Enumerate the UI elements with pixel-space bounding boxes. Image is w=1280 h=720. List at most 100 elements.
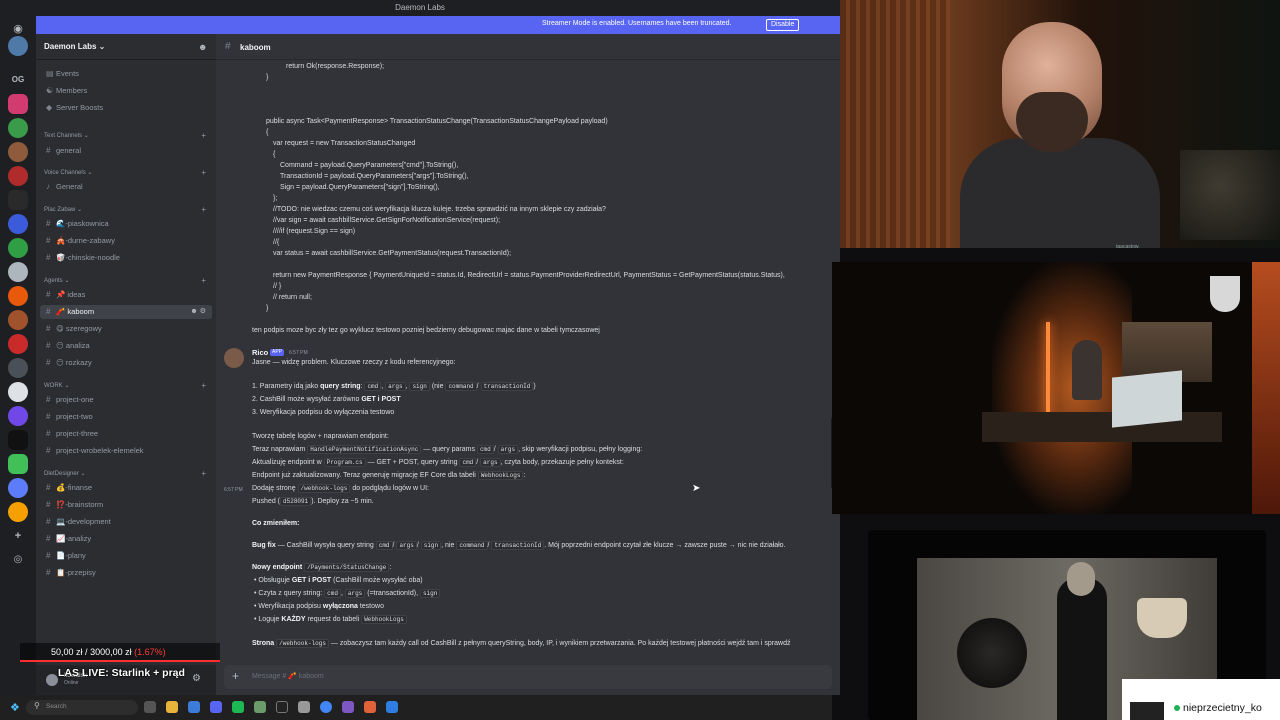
channel-durne-zabawy[interactable]: # 🎪-durne-zabawy	[40, 234, 212, 248]
text: do podglądu logów w UI:	[352, 485, 429, 492]
discover-icon[interactable]: ◎	[0, 554, 36, 565]
task-view-icon[interactable]	[144, 701, 156, 713]
section-heading: Co zmieniłem:	[252, 520, 300, 527]
chat-area: # kaboom return Ok(response.Response); }…	[216, 34, 840, 695]
app-icon[interactable]	[342, 701, 354, 713]
server-icon[interactable]	[8, 430, 28, 450]
channel-project-wrobelek-elemelek[interactable]: # project-wrobelek-elemelek	[40, 444, 212, 458]
message-author[interactable]: Rico	[252, 348, 268, 357]
discord-home-icon[interactable]: ◉	[0, 22, 36, 35]
server-icon[interactable]	[8, 262, 28, 282]
category-plac-zabaw[interactable]: Plac Zabaw ⌄ +	[44, 205, 212, 215]
text: (CashBill może wysyłać oba)	[333, 577, 423, 584]
server-icon[interactable]	[8, 166, 28, 186]
channel-finanse[interactable]: # 💰-finanse	[40, 481, 212, 495]
inline-code: HandlePaymentNotificationAsync	[307, 445, 422, 454]
server-icon[interactable]	[8, 142, 28, 162]
list-item: • Weryfikacja podpisu wyłączona testowo	[254, 603, 384, 610]
server-icon[interactable]	[8, 334, 28, 354]
obs-icon[interactable]	[276, 701, 288, 713]
add-channel-icon[interactable]: +	[201, 276, 206, 286]
sidebar-item-members[interactable]: ☯ Members	[40, 84, 212, 98]
channel-settings-icon[interactable]: ☻ ⚙	[190, 305, 206, 319]
file-explorer-icon[interactable]	[166, 701, 178, 713]
message-composer[interactable]: + Message # 🧨 kaboom	[224, 665, 832, 689]
add-channel-icon[interactable]: +	[201, 205, 206, 215]
category-work[interactable]: WORK ⌄ +	[44, 381, 212, 391]
search-input[interactable]: Search	[46, 703, 67, 710]
text: Pushed (	[252, 498, 281, 505]
avatar[interactable]	[224, 348, 244, 368]
message-input[interactable]: Message # 🧨 kaboom	[252, 672, 324, 680]
server-og[interactable]: OG	[0, 75, 36, 84]
chrome-icon[interactable]	[320, 701, 332, 713]
channel-ideas[interactable]: # 📌 ideas	[40, 288, 212, 302]
server-icon[interactable]	[8, 94, 28, 114]
category-voice-channels[interactable]: Voice Channels ⌄ +	[44, 168, 212, 178]
sidebar-item-events[interactable]: ▤ Events	[40, 67, 212, 81]
category-dletdesigner[interactable]: DletDesigner ⌄ +	[44, 469, 212, 479]
discord-icon[interactable]	[210, 701, 222, 713]
guild-header[interactable]: Daemon Labs ⌄ ☻	[36, 34, 216, 60]
sidebar-item-server-boosts[interactable]: ◆ Server Boosts	[40, 101, 212, 115]
category-agents[interactable]: Agents ⌄ +	[44, 276, 212, 286]
channel-kaboom[interactable]: # 🧨 kaboom ☻ ⚙	[40, 305, 212, 319]
avatar[interactable]	[46, 674, 58, 686]
add-channel-icon[interactable]: +	[201, 469, 206, 479]
app-icon[interactable]	[254, 701, 266, 713]
app-icon[interactable]	[298, 701, 310, 713]
server-icon[interactable]	[8, 310, 28, 330]
inline-code: args	[344, 589, 366, 598]
category-text-channels[interactable]: Text Channels ⌄ +	[44, 131, 212, 141]
code-line: //{	[273, 239, 280, 246]
server-icon[interactable]	[8, 214, 28, 234]
channel-project-two[interactable]: # project-two	[40, 410, 212, 424]
channel-plany[interactable]: # 📄-plany	[40, 549, 212, 563]
hash-icon: #	[46, 290, 51, 299]
server-icon[interactable]	[8, 118, 28, 138]
add-channel-icon[interactable]: +	[201, 381, 206, 391]
channel-project-one[interactable]: # project-one	[40, 393, 212, 407]
taskbar-search[interactable]	[26, 700, 138, 715]
text: , czyta body, przekazuje pełny kontekst:	[500, 459, 624, 466]
user-settings-icon[interactable]: ⚙	[192, 673, 201, 684]
channel-przepisy[interactable]: # 📋-przepisy	[40, 566, 212, 580]
add-channel-icon[interactable]: +	[201, 168, 206, 178]
speaker-icon: ♪	[46, 182, 50, 191]
server-icon[interactable]	[8, 190, 28, 210]
add-server-icon[interactable]: +	[0, 530, 36, 542]
server-icon[interactable]	[8, 358, 28, 378]
voice-channel-general[interactable]: ♪ General	[40, 180, 212, 194]
server-icon[interactable]	[8, 382, 28, 402]
app-icon[interactable]	[364, 701, 376, 713]
channel-chinskie-noodle[interactable]: # 🥡-chinskie-noodle	[40, 251, 212, 265]
spotify-icon[interactable]	[232, 701, 244, 713]
hash-icon: #	[46, 307, 51, 316]
channel-szeregowy[interactable]: # 😋 szeregowy	[40, 322, 212, 336]
server-icon[interactable]	[8, 286, 28, 306]
channel-development[interactable]: # 💻-development	[40, 515, 212, 529]
server-icon[interactable]	[8, 502, 28, 522]
invite-icon[interactable]: ☻	[198, 42, 207, 52]
message-text: Tworzę tabelę logów + naprawiam endpoint…	[252, 433, 389, 440]
server-icon[interactable]	[8, 238, 28, 258]
channel-analizy[interactable]: # 📈-analizy	[40, 532, 212, 546]
server-rail: ◉ OG + ◎	[0, 16, 36, 695]
app-icon[interactable]	[188, 701, 200, 713]
add-channel-icon[interactable]: +	[201, 131, 206, 141]
server-icon[interactable]	[8, 478, 28, 498]
server-icon-daemon[interactable]	[8, 36, 28, 56]
server-icon[interactable]	[8, 454, 28, 474]
windows-start-icon[interactable]: ❖	[10, 701, 20, 714]
channel-rozkazy[interactable]: # 😶 rozkazy	[40, 356, 212, 370]
channel-piaskownica[interactable]: # 🌊-piaskownica	[40, 217, 212, 231]
channel-analiza[interactable]: # 😶 analiza	[40, 339, 212, 353]
channel-general[interactable]: # general	[40, 144, 212, 158]
disable-streamer-mode-button[interactable]: Disable	[766, 19, 800, 31]
add-attachment-icon[interactable]: +	[232, 669, 239, 683]
server-icon[interactable]	[8, 406, 28, 426]
channel-brainstorm[interactable]: # ⁉️-brainstorm	[40, 498, 212, 512]
channel-label: 🥡-chinskie-noodle	[56, 253, 120, 262]
channel-project-three[interactable]: # project-three	[40, 427, 212, 441]
vscode-icon[interactable]	[386, 701, 398, 713]
